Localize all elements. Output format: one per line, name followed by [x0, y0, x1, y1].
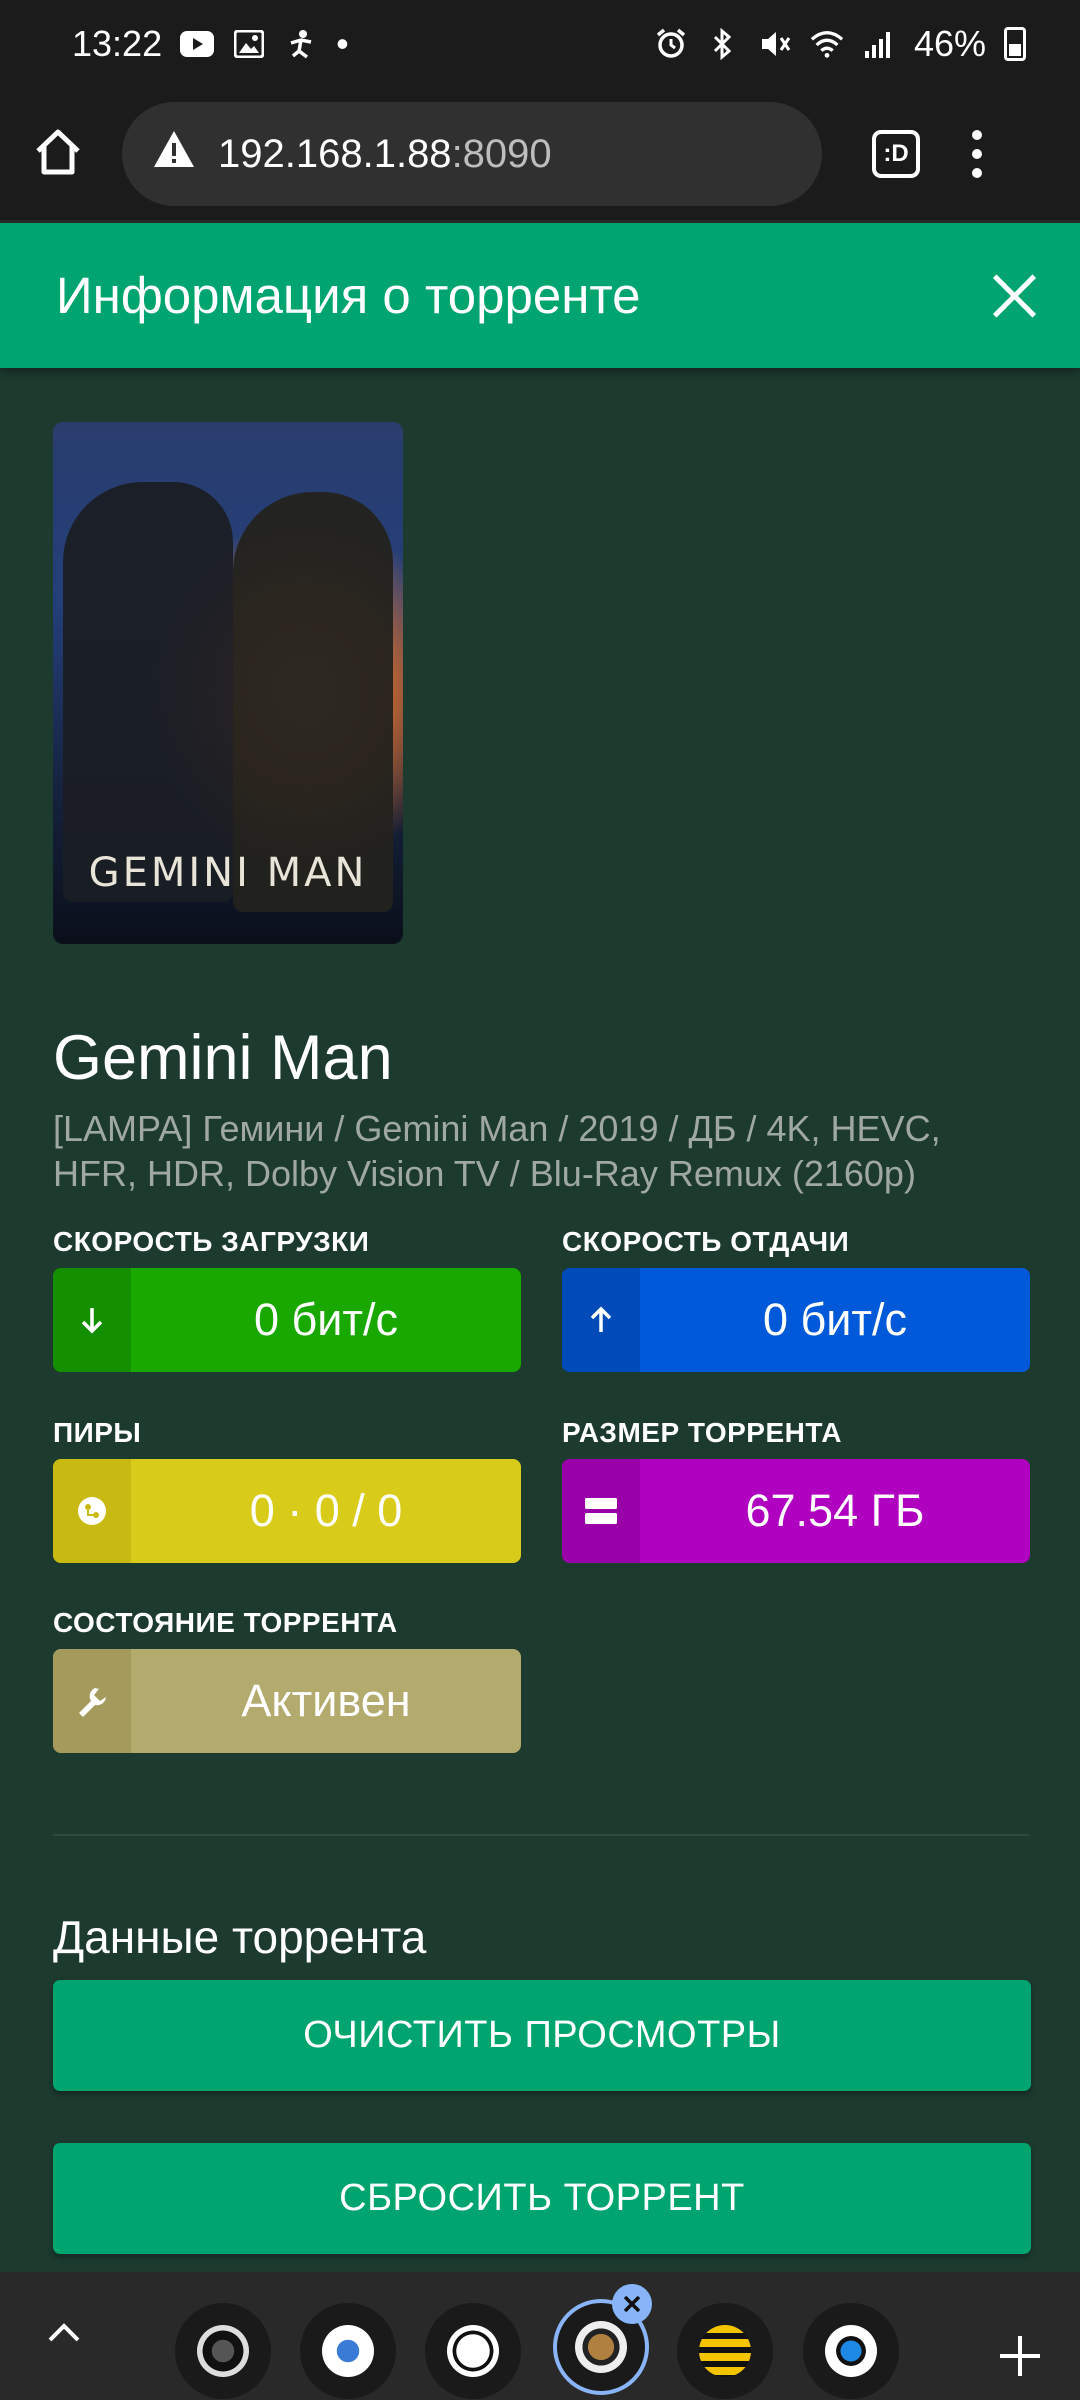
arrow-down-icon: [53, 1268, 131, 1372]
mute-icon: [758, 29, 792, 59]
close-tab-icon[interactable]: [612, 2284, 652, 2324]
clock: 13:22: [72, 23, 163, 64]
download-speed-value: 0 бит/с: [253, 1294, 399, 1345]
tab-camera-icon[interactable]: [175, 2303, 271, 2399]
upload-speed-value: 0 бит/с: [762, 1294, 908, 1345]
browser-toolbar: 192.168.1.88:8090 :D: [0, 88, 1080, 223]
tab-slogic-icon[interactable]: [300, 2303, 396, 2399]
warning-icon[interactable]: [152, 129, 196, 179]
wrench-icon: [53, 1649, 131, 1753]
peers-label: ПИРЫ: [53, 1417, 142, 1448]
url-host: 192.168.1.88: [218, 131, 452, 176]
chevron-up-icon[interactable]: [42, 2312, 86, 2356]
accessibility-icon: [284, 29, 318, 59]
wifi-icon: [810, 29, 844, 59]
download-speed-box: 0 бит/с: [53, 1268, 521, 1372]
alarm-icon: [654, 28, 688, 59]
peers-value: 0 · 0 / 0: [249, 1485, 403, 1536]
upload-speed-box: 0 бит/с: [562, 1268, 1030, 1372]
storage-icon: [562, 1459, 640, 1563]
home-icon[interactable]: [30, 124, 86, 185]
close-icon[interactable]: [990, 272, 1038, 320]
battery-icon: [1004, 27, 1026, 61]
torrent-size-value: 67.54 ГБ: [745, 1485, 925, 1536]
tab-beeline-icon[interactable]: [677, 2303, 773, 2399]
youtube-icon: [180, 29, 215, 59]
tab-switcher-button[interactable]: :D: [872, 130, 920, 178]
upload-speed-label: СКОРОСТЬ ОТДАЧИ: [562, 1226, 850, 1257]
tab-strip: [0, 2272, 1080, 2400]
more-options-icon[interactable]: [972, 130, 982, 178]
movie-poster: GEMINI MAN: [53, 422, 403, 944]
dialog-title: Информация о торренте: [56, 267, 641, 324]
tab-diamond-icon[interactable]: [803, 2303, 899, 2399]
bluetooth-icon: [706, 28, 740, 60]
notification-dot-icon: •: [336, 23, 349, 64]
url-port: :8090: [451, 131, 552, 176]
dialog-header: Информация о торренте: [0, 223, 1080, 368]
torrent-state-value: Активен: [241, 1675, 411, 1726]
download-speed-label: СКОРОСТЬ ЗАГРУЗКИ: [53, 1226, 370, 1257]
battery-percent: 46%: [913, 23, 986, 64]
address-bar[interactable]: 192.168.1.88:8090: [122, 102, 822, 206]
status-bar: 13:22 • 46%: [0, 0, 1080, 88]
tab-globe-icon[interactable]: [425, 2303, 521, 2399]
arrow-up-icon: [562, 1268, 640, 1372]
divider: [53, 1834, 1029, 1836]
poster-title: GEMINI MAN: [88, 850, 368, 896]
peers-icon: [53, 1459, 131, 1563]
peers-box: 0 · 0 / 0: [53, 1459, 521, 1563]
clear-views-button[interactable]: ОЧИСТИТЬ ПРОСМОТРЫ: [53, 1980, 1031, 2091]
reset-torrent-button[interactable]: СБРОСИТЬ ТОРРЕНТ: [53, 2143, 1031, 2254]
signal-icon: [862, 29, 896, 59]
torrent-data-title: Данные торрента: [53, 1911, 427, 1963]
gallery-icon: [232, 29, 266, 59]
torrent-title: Gemini Man: [53, 1023, 393, 1093]
torrent-size-label: РАЗМЕР ТОРРЕНТА: [562, 1417, 842, 1448]
new-tab-icon[interactable]: [1000, 2336, 1040, 2376]
torrent-subtitle: [LAMPA] Гемини / Gemini Man / 2019 / ДБ …: [53, 1108, 941, 1194]
torrent-state-label: СОСТОЯНИЕ ТОРРЕНТА: [53, 1607, 398, 1638]
torrent-state-box: Активен: [53, 1649, 521, 1753]
torrent-size-box: 67.54 ГБ: [562, 1459, 1030, 1563]
